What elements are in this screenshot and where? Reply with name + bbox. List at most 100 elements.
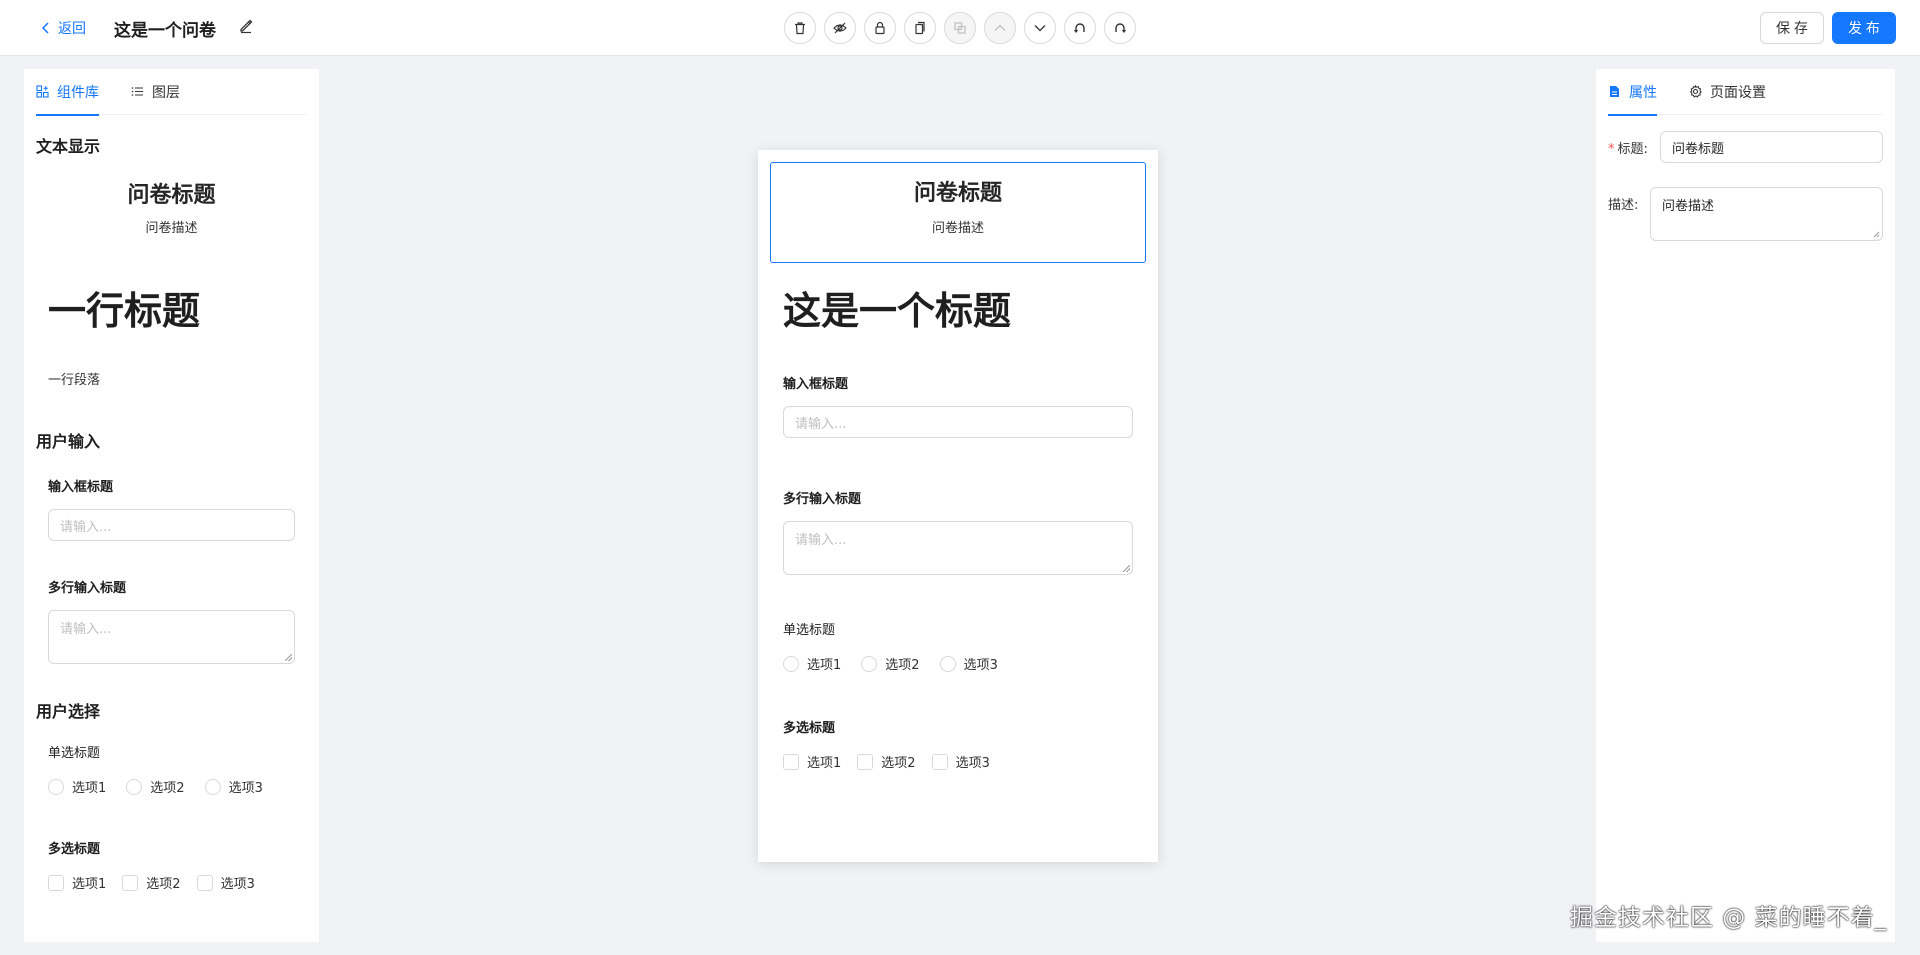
undo-icon (1074, 23, 1085, 33)
option-label: 选项3 (228, 781, 263, 796)
prop-desc-textarea[interactable]: 问卷描述 (1650, 187, 1883, 241)
sample-line-title: 一行标题 (48, 289, 201, 333)
component-radio[interactable]: 单选标题 选项1 选项2 选项3 (36, 742, 307, 796)
prop-desc-label: 描述: (1608, 198, 1639, 213)
checkbox-option[interactable]: 选项2 (857, 752, 916, 771)
radio-circle (204, 778, 221, 795)
group-title-user-input: 用户输入 (36, 432, 101, 451)
tab-page-settings[interactable]: 页面设置 (1689, 69, 1766, 115)
required-mark: * (1608, 142, 1615, 157)
component-checkbox[interactable]: 多选标题 选项1 选项2 选项3 (36, 838, 307, 892)
top-header: 返回 这是一个问卷 保 存 发 布 (0, 0, 1920, 56)
sample-paragraph: 一行段落 (48, 373, 101, 388)
radio-circle[interactable] (783, 655, 799, 672)
component-question-info[interactable]: 问卷标题 问卷描述 (36, 177, 307, 236)
option-label: 选项2 (885, 658, 920, 673)
canvas-checkbox-label: 多选标题 (783, 721, 836, 736)
canvas-question-desc: 问卷描述 (931, 221, 984, 236)
group-title-text-display: 文本显示 (36, 137, 101, 156)
sample-question-title: 问卷标题 (127, 183, 216, 208)
paste-icon (954, 22, 966, 34)
radio-option: 选项1 (48, 777, 106, 796)
tab-label: 属性 (1629, 84, 1657, 101)
redo-button[interactable] (1104, 12, 1136, 44)
canvas-question-info[interactable]: 问卷标题 问卷描述 (770, 162, 1146, 263)
checkbox-option: 选项3 (196, 873, 255, 892)
component-textarea[interactable]: 多行输入标题 请输入... (36, 577, 307, 664)
checkbox-box[interactable] (783, 753, 799, 770)
redo-icon (1115, 23, 1126, 33)
resize-grip-icon[interactable] (1872, 230, 1880, 238)
canvas-textarea-label: 多行输入标题 (783, 492, 862, 507)
undo-button[interactable] (1064, 12, 1096, 44)
option-label: 选项2 (150, 781, 185, 796)
paste-button[interactable] (944, 12, 976, 44)
checkbox-box[interactable] (931, 753, 948, 770)
edit-pencil-icon[interactable] (238, 18, 254, 34)
radio-circle[interactable] (861, 655, 878, 672)
checkbox-box[interactable] (857, 753, 874, 770)
radio-option[interactable]: 选项2 (861, 654, 920, 673)
radio-option[interactable]: 选项3 (939, 654, 998, 673)
back-button[interactable]: 返回 (40, 18, 86, 38)
option-label: 选项3 (963, 658, 998, 673)
option-label: 选项1 (72, 781, 107, 796)
sample-radio-label: 单选标题 (48, 746, 101, 761)
prop-desc-row: 描述: 问卷描述 (1608, 187, 1883, 241)
prop-title-input[interactable]: 问卷标题 (1660, 131, 1883, 163)
sample-textarea-field: 请输入... (48, 610, 295, 664)
delete-icon (795, 22, 805, 35)
canvas-input-label: 输入框标题 (783, 377, 849, 392)
tab-layers[interactable]: 图层 (131, 69, 180, 115)
gear-icon (1689, 85, 1702, 98)
move-up-button[interactable] (984, 12, 1016, 44)
checkbox-box (48, 874, 64, 891)
sample-input-field: 请输入... (48, 509, 295, 541)
right-tabs: 属性 页面设置 (1608, 69, 1883, 116)
sample-checkbox-options: 选项1 选项2 选项3 (48, 873, 295, 892)
component-input[interactable]: 输入框标题 请输入... (36, 476, 307, 541)
canvas-question-title: 问卷标题 (913, 181, 1002, 206)
hide-button[interactable] (824, 12, 856, 44)
prop-desc-value: 问卷描述 (1662, 199, 1715, 214)
checkbox-option[interactable]: 选项3 (931, 752, 990, 771)
tab-properties[interactable]: 属性 (1608, 69, 1657, 116)
back-label: 返回 (58, 21, 86, 37)
component-library-icon (36, 85, 49, 98)
canvas-radio-block[interactable]: 单选标题 选项1 选项2 选项3 (770, 606, 1146, 686)
prop-title-row: * 标题: 问卷标题 (1608, 131, 1883, 163)
radio-option[interactable]: 选项1 (783, 654, 841, 673)
survey-title: 这是一个问卷 (114, 21, 216, 41)
group-title-user-choice: 用户选择 (36, 702, 101, 721)
checkbox-option[interactable]: 选项1 (783, 752, 841, 771)
canvas-checkbox-options: 选项1 选项2 选项3 (783, 752, 1133, 771)
lock-button[interactable] (864, 12, 896, 44)
copy-button[interactable] (904, 12, 936, 44)
canvas-textarea-field: 请输入... (783, 521, 1133, 575)
canvas-heading-block[interactable]: 这是一个标题 (770, 267, 1146, 348)
delete-button[interactable] (784, 12, 816, 44)
save-button[interactable]: 保 存 (1760, 12, 1824, 44)
publish-button[interactable]: 发 布 (1832, 12, 1896, 44)
checkbox-option: 选项2 (122, 873, 181, 892)
option-label: 选项2 (146, 877, 181, 892)
checkbox-box (196, 874, 213, 891)
canvas-input-block[interactable]: 输入框标题 请输入... (770, 360, 1146, 451)
copy-icon (915, 21, 925, 35)
canvas-textarea-block[interactable]: 多行输入标题 请输入... (770, 475, 1146, 588)
component-line-title[interactable]: 一行标题 (36, 280, 307, 335)
component-paragraph[interactable]: 一行段落 (36, 369, 307, 388)
editor-toolbar (784, 12, 1136, 44)
tab-label: 页面设置 (1710, 84, 1766, 101)
tab-component-library[interactable]: 组件库 (36, 69, 99, 116)
canvas-heading: 这是一个标题 (783, 289, 1012, 333)
radio-circle (48, 778, 64, 795)
move-down-button[interactable] (1024, 12, 1056, 44)
sample-question-desc: 问卷描述 (145, 221, 198, 236)
right-panel: 属性 页面设置 * 标题: 问卷标题 描述: 问卷描述 (1596, 69, 1895, 942)
radio-circle (126, 778, 143, 795)
canvas-checkbox-block[interactable]: 多选标题 选项1 选项2 选项3 (770, 704, 1146, 784)
option-label: 选项2 (881, 756, 916, 771)
radio-circle[interactable] (939, 655, 956, 672)
option-label: 选项3 (955, 756, 990, 771)
